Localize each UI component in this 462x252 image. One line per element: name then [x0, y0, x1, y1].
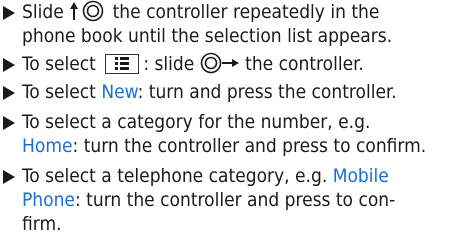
menu-option-phone: Phone [22, 189, 75, 211]
menu-list-icon [105, 54, 140, 74]
step-2-line-1: To select : slide the controller. [22, 52, 364, 80]
menu-option-home: Home [22, 135, 73, 157]
step-4-line-1: To select a category for the number, e.g… [22, 111, 371, 133]
step-4-line-2: Home: turn the controller and press to c… [22, 135, 427, 157]
bullet-arrow-icon [2, 115, 16, 131]
step-3-line-1: To select New: turn and press the contro… [22, 81, 397, 103]
step-5-line-3: firm. [22, 213, 62, 235]
step-5-line-2: Phone: turn the controller and press to … [22, 189, 396, 211]
bullet-arrow-icon [2, 57, 16, 73]
bullet-arrow-icon [2, 85, 16, 101]
bullet-arrow-icon [2, 169, 16, 185]
bullet-arrow-icon [2, 5, 16, 21]
controller-slide-right-icon [200, 52, 240, 80]
step-1-line-2: phone book until the selection list appe… [22, 25, 393, 47]
step-5-line-1: To select a telephone category, e.g. Mob… [22, 165, 389, 187]
menu-option-new: New [101, 81, 138, 103]
menu-option-mobile: Mobile [332, 165, 389, 187]
